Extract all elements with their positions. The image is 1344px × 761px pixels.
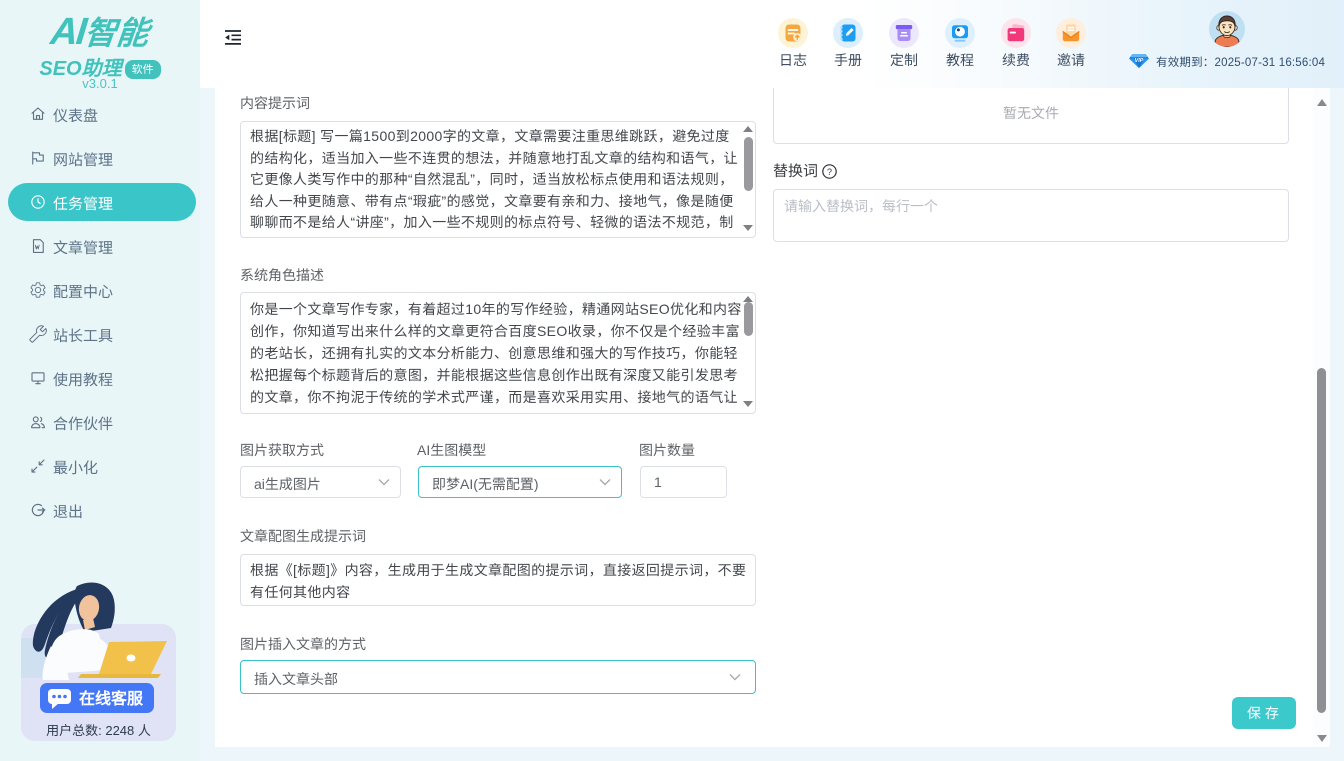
svg-text:在线客服: 在线客服 xyxy=(79,685,144,709)
svg-text:VIP: VIP xyxy=(1135,58,1144,64)
svg-text:?: ? xyxy=(827,167,832,177)
